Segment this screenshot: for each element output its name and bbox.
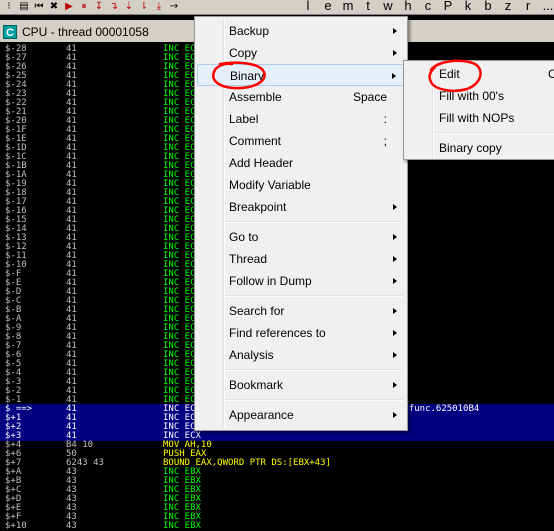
context-menu: Backup Copy Binary Assemble Space Label: Comme… <box>194 16 408 431</box>
step-over-icon[interactable]: ↴ <box>108 1 120 13</box>
submenu-item-label: Fill with 00's <box>439 89 504 103</box>
menu-separator <box>225 369 403 371</box>
menu-item-follow-in-dump[interactable]: Follow in Dump <box>197 270 405 292</box>
submenu-item-fill-with-nops[interactable]: Fill with NOPs <box>406 107 554 129</box>
submenu-arrow-icon <box>393 382 397 388</box>
goto-icon[interactable]: → <box>168 1 180 13</box>
menu-item-shortcut: ; <box>383 134 387 148</box>
menu-item-label: Follow in Dump <box>229 274 312 288</box>
disasm-row[interactable]: $+10 43 INC EBX <box>0 521 554 531</box>
menu-item-add-header[interactable]: Add Header <box>197 152 405 174</box>
menu-item-label: Backup <box>229 24 270 38</box>
toolbar-letter-r[interactable]: r <box>520 0 536 13</box>
submenu-arrow-icon <box>393 352 397 358</box>
step-into-icon[interactable]: ↧ <box>93 1 105 13</box>
menu-item-modify-variable[interactable]: Modify Variable <box>197 174 405 196</box>
run-icon[interactable]: ▶ <box>63 1 75 13</box>
toolbar-letter-l[interactable]: l <box>300 0 316 13</box>
instruction: INC EBX <box>163 521 201 531</box>
dotted-icon[interactable]: ⁝ <box>3 1 15 13</box>
submenu-arrow-icon <box>393 28 397 34</box>
submenu-item-edit[interactable]: Edit C <box>406 63 554 85</box>
submenu-arrow-icon <box>393 256 397 262</box>
submenu-item-shortcut: C <box>548 67 554 81</box>
submenu-arrow-icon <box>393 330 397 336</box>
pause-icon[interactable]: ⏸ <box>78 1 90 13</box>
toolbar-letter-z[interactable]: z <box>500 0 516 13</box>
close-icon[interactable]: ✖ <box>48 1 60 13</box>
execute-till-return-icon[interactable]: ⤓ <box>153 1 165 13</box>
submenu-arrow-icon <box>393 278 397 284</box>
menu-item-label: Assemble <box>229 90 282 104</box>
submenu-item-binary-copy[interactable]: Binary copy <box>406 137 554 159</box>
cpu-window-icon: C <box>3 25 17 39</box>
open-file-icon[interactable]: ▤ <box>18 1 30 13</box>
toolbar-letter-k[interactable]: k <box>460 0 476 13</box>
menu-item-comment[interactable]: Comment; <box>197 130 405 152</box>
binary-submenu: Edit C Fill with 00's Fill with NOPs Binary … <box>403 60 554 160</box>
trace-into-icon[interactable]: ⇣ <box>123 1 135 13</box>
toolbar: ⁝ ▤ ⏮ ✖ ▶ ⏸ ↧ ↴ ⇣ ⇂ ⤓ → l e m t w h c Pk b z r... <box>0 0 554 15</box>
menu-item-thread[interactable]: Thread <box>197 248 405 270</box>
toolbar-letter-b[interactable]: b <box>480 0 496 13</box>
submenu-arrow-icon <box>393 234 397 240</box>
trace-over-icon[interactable]: ⇂ <box>138 1 150 13</box>
menu-item-copy[interactable]: Copy <box>197 42 405 64</box>
menu-separator <box>225 295 403 297</box>
toolbar-letter-w[interactable]: w <box>380 0 396 13</box>
menu-item-label: Appearance <box>229 408 294 422</box>
restart-icon[interactable]: ⏮ <box>33 1 45 13</box>
menu-item-shortcut: : <box>383 112 387 126</box>
submenu-arrow-icon <box>393 308 397 314</box>
submenu-arrow-icon <box>393 412 397 418</box>
toolbar-letter-t[interactable]: t <box>360 0 376 13</box>
submenu-item-fill-with-00-s[interactable]: Fill with 00's <box>406 85 554 107</box>
menu-item-bookmark[interactable]: Bookmark <box>197 374 405 396</box>
menu-item-label: Copy <box>229 46 258 60</box>
menu-item-label: Comment <box>229 134 282 148</box>
menu-item-label[interactable]: Label: <box>197 108 405 130</box>
menu-item-label: Breakpoint <box>229 200 287 214</box>
toolbar-letter-h[interactable]: h <box>400 0 416 13</box>
submenu-arrow-icon <box>393 50 397 56</box>
toolbar-letter-m[interactable]: m <box>340 0 356 13</box>
toolbar-letter-c[interactable]: c <box>420 0 436 13</box>
menu-item-label: Search for <box>229 304 285 318</box>
menu-item-breakpoint[interactable]: Breakpoint <box>197 196 405 218</box>
menu-item-label: Bookmark <box>229 378 284 392</box>
toolbar-letter-e[interactable]: e <box>320 0 336 13</box>
menu-item-go-to[interactable]: Go to <box>197 226 405 248</box>
menu-item-label: Go to <box>229 230 259 244</box>
submenu-item-label: Fill with NOPs <box>439 111 515 125</box>
menu-item-shortcut: Space <box>352 90 387 104</box>
menu-item-label: Thread <box>229 252 268 266</box>
menu-item-label: Analysis <box>229 348 274 362</box>
menu-separator <box>225 221 403 223</box>
address: $+10 <box>5 521 27 531</box>
submenu-item-label: Binary copy <box>439 141 502 155</box>
submenu-separator <box>434 132 554 134</box>
submenu-arrow-icon <box>393 204 397 210</box>
menu-item-search-for[interactable]: Search for <box>197 300 405 322</box>
menu-item-label: Binary <box>230 69 265 83</box>
menu-item-find-references-to[interactable]: Find references to <box>197 322 405 344</box>
hex-dump: 43 <box>66 521 77 531</box>
menu-item-appearance[interactable]: Appearance <box>197 404 405 426</box>
menu-separator <box>225 399 403 401</box>
menu-item-label: Modify Variable <box>229 178 311 192</box>
submenu-item-label: Edit <box>439 67 460 81</box>
toolbar-letter-P[interactable]: P <box>440 0 456 13</box>
submenu-arrow-icon <box>392 73 396 79</box>
menu-item-label: Add Header <box>229 156 294 170</box>
window-title: CPU - thread 00001058 <box>22 25 149 39</box>
menu-item-label: Find references to <box>229 326 326 340</box>
menu-item-assemble[interactable]: Assemble Space <box>197 86 405 108</box>
menu-item-analysis[interactable]: Analysis <box>197 344 405 366</box>
menu-item-binary[interactable]: Binary <box>197 64 405 86</box>
menu-item-label: Label <box>229 112 259 126</box>
menu-item-backup[interactable]: Backup <box>197 20 405 42</box>
toolbar-letter-more[interactable]: ... <box>540 0 554 13</box>
